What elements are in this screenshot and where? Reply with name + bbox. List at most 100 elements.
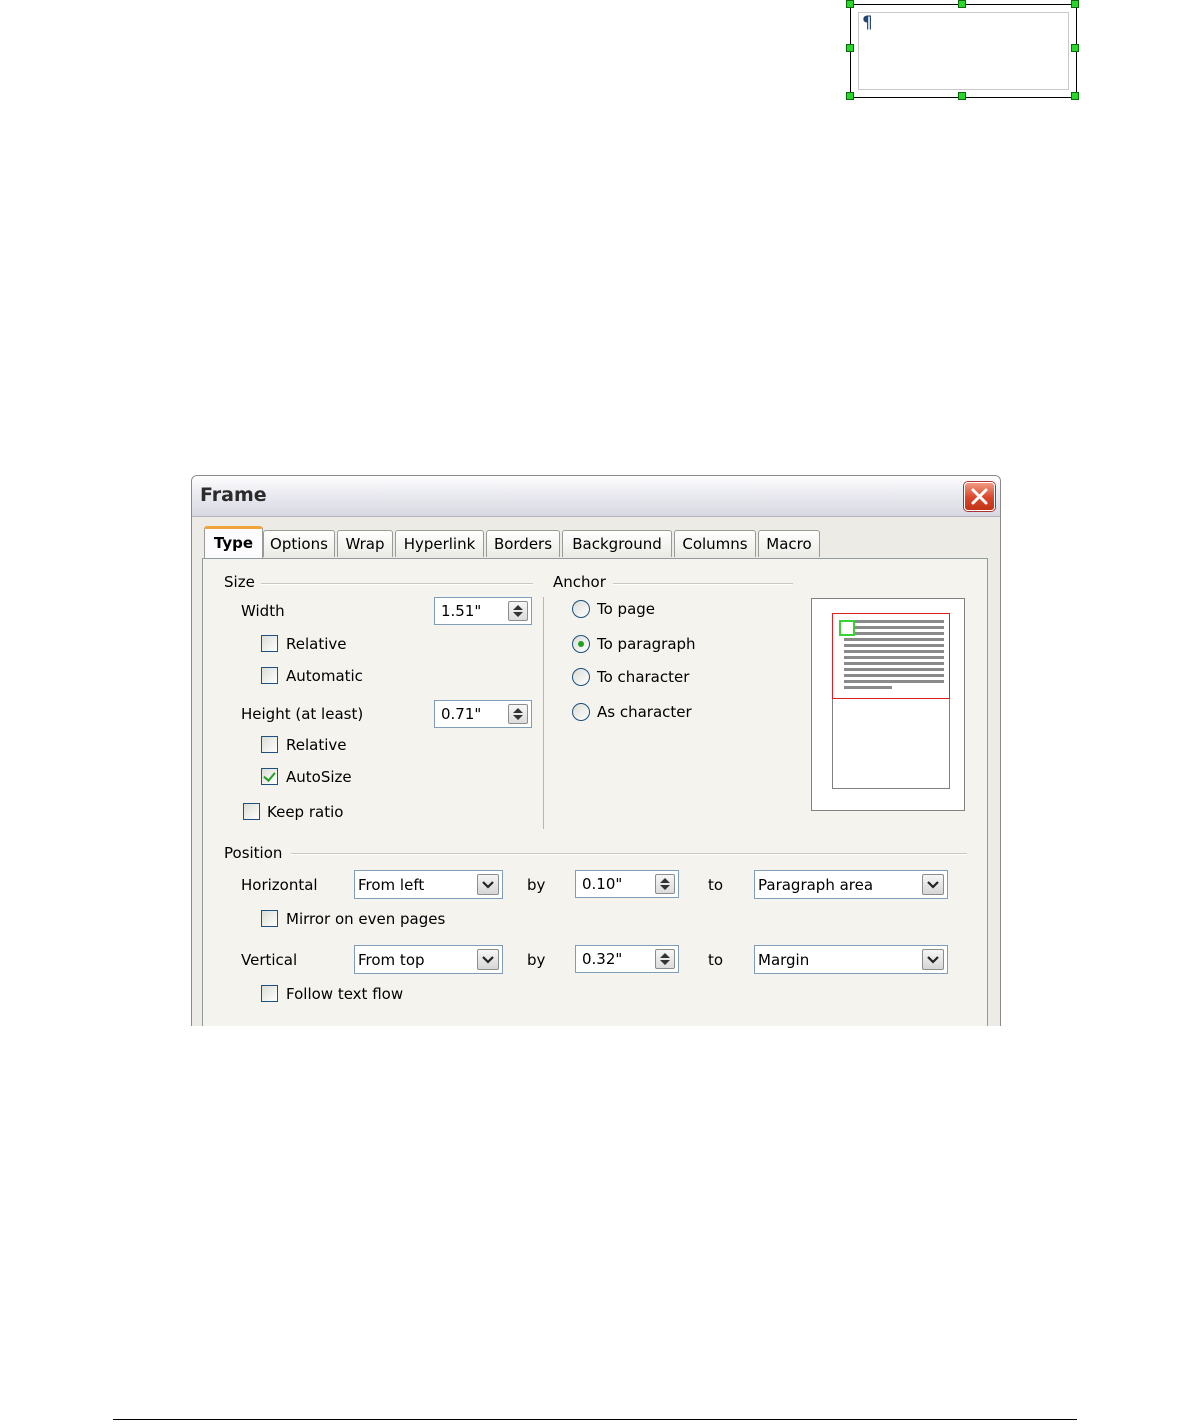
chevron-down-icon [927,881,939,889]
frame-content-area[interactable]: ¶ [858,12,1069,90]
keep-ratio-checkbox[interactable] [243,803,260,820]
preview-text-line [844,680,944,683]
chevron-down-icon [482,956,494,964]
size-separator [261,583,533,585]
follow-text-flow-checkbox[interactable] [261,985,278,1002]
tab-background[interactable]: Background [562,530,672,557]
preview-text-line [844,638,944,641]
preview-text-line [844,674,944,677]
preview-text-line [844,650,944,653]
horizontal-to-label: to [708,876,724,894]
tab-borders[interactable]: Borders [486,530,560,557]
dialog-title: Frame [200,484,267,506]
automatic-label: Automatic [286,667,363,685]
anchor-to-paragraph-label: To paragraph [597,635,696,653]
height-label: Height (at least) [241,705,364,723]
vertical-value: From top [358,951,425,969]
height-value: 0.71" [441,705,482,723]
resize-handle-bottom-left[interactable] [846,92,854,100]
spin-arrows-icon [513,605,523,617]
width-spinbox[interactable]: 1.51" [434,597,532,625]
tab-hyperlink[interactable]: Hyperlink [395,530,484,557]
height-spinbox[interactable]: 0.71" [434,700,532,728]
width-value: 1.51" [441,602,482,620]
horizontal-to-dropdown-button[interactable] [922,874,944,895]
anchor-separator [613,583,793,585]
mirror-even-pages-checkbox[interactable] [261,910,278,927]
preview-frame [839,620,855,636]
resize-handle-top-center[interactable] [958,0,966,8]
autosize-label: AutoSize [286,768,352,786]
position-separator [291,853,967,855]
preview-text-line [844,644,944,647]
preview-text-line [844,686,892,689]
autosize-checkbox[interactable] [261,768,278,785]
vertical-by-spinbox[interactable]: 0.32" [575,945,679,973]
page-footer-rule [113,1419,1077,1420]
anchor-as-character-radio[interactable] [572,703,590,721]
tab-wrap[interactable]: Wrap [337,530,393,557]
dialog-titlebar[interactable]: Frame [192,476,1000,517]
width-relative-label: Relative [286,635,347,653]
height-relative-checkbox[interactable] [261,736,278,753]
tab-macro[interactable]: Macro [758,530,820,557]
anchor-heading: Anchor [553,573,606,591]
anchor-to-page-label: To page [597,600,656,618]
horizontal-combo[interactable]: From left [354,870,503,899]
resize-handle-middle-left[interactable] [846,44,854,52]
spin-arrows-icon [513,708,523,720]
automatic-checkbox[interactable] [261,667,278,684]
anchor-to-character-label: To character [597,668,690,686]
vertical-to-dropdown-button[interactable] [922,949,944,970]
horizontal-by-spinbox[interactable]: 0.10" [575,870,679,898]
horizontal-to-combo[interactable]: Paragraph area [754,870,948,899]
chevron-down-icon [927,956,939,964]
paragraph-mark: ¶ [862,13,873,33]
vertical-dropdown-button[interactable] [477,949,499,970]
horizontal-dropdown-button[interactable] [477,874,499,895]
width-relative-checkbox[interactable] [261,635,278,652]
spin-arrows-icon [660,878,670,890]
tab-columns[interactable]: Columns [674,530,756,557]
horizontal-by-spin-arrows[interactable] [655,874,675,894]
height-spin-arrows[interactable] [508,704,528,724]
anchor-as-character-label: As character [597,703,692,721]
vertical-to-label: to [708,951,724,969]
anchor-to-paragraph-radio[interactable] [572,635,590,653]
vertical-combo[interactable]: From top [354,945,503,974]
preview-text-line [844,662,944,665]
resize-handle-middle-right[interactable] [1071,44,1079,52]
anchor-to-page-radio[interactable] [572,600,590,618]
preview-text-line [844,626,944,629]
height-relative-label: Relative [286,736,347,754]
resize-handle-bottom-right[interactable] [1071,92,1079,100]
dialog-body: Type Options Wrap Hyperlink Borders Back… [192,517,1000,1026]
resize-handle-top-left[interactable] [846,0,854,8]
position-heading: Position [224,844,283,862]
selected-text-frame[interactable]: ¶ [850,4,1077,98]
resize-handle-top-right[interactable] [1071,0,1079,8]
chevron-down-icon [482,881,494,889]
type-tab-panel: Size Width 1.51" Relative Automatic Heig… [202,558,988,1026]
preview-text-line [844,620,944,623]
tab-type[interactable]: Type [204,526,263,558]
anchor-to-character-radio[interactable] [572,668,590,686]
close-button[interactable] [964,482,995,511]
preview-text-line [844,656,944,659]
close-icon [971,488,988,505]
vertical-by-spin-arrows[interactable] [655,949,675,969]
width-spin-arrows[interactable] [508,601,528,621]
tab-options[interactable]: Options [263,530,335,557]
vertical-by-value: 0.32" [582,950,623,968]
spin-arrows-icon [660,953,670,965]
vertical-to-value: Margin [758,951,810,969]
horizontal-label: Horizontal [241,876,318,894]
anchor-preview [811,598,965,811]
preview-text-line [844,632,944,635]
vertical-to-combo[interactable]: Margin [754,945,948,974]
keep-ratio-label: Keep ratio [267,803,344,821]
vertical-label: Vertical [241,951,298,969]
resize-handle-bottom-center[interactable] [958,92,966,100]
horizontal-value: From left [358,876,425,894]
vertical-by-label: by [527,951,546,969]
